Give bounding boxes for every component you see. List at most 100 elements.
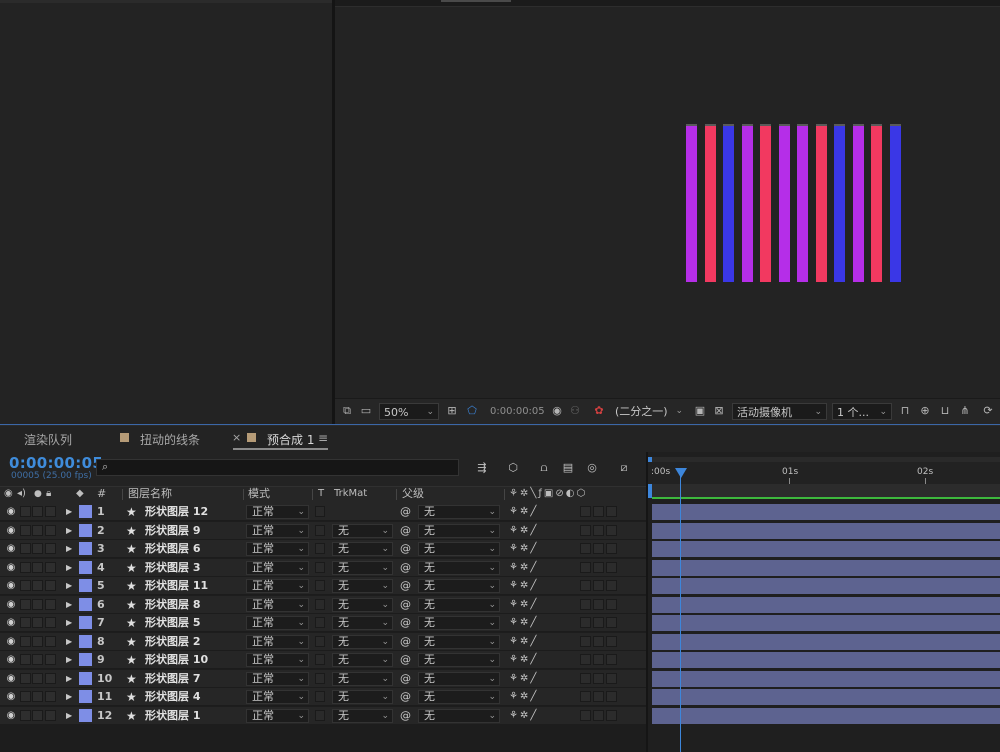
preserve-transparency-toggle[interactable] <box>315 525 325 536</box>
expand-triangle-icon[interactable]: ▶ <box>66 559 72 577</box>
time-ruler[interactable] <box>648 462 1000 484</box>
preserve-transparency-toggle[interactable] <box>315 710 325 721</box>
layer-row[interactable]: ◉ ▶ 6 ★ 形状图层 8 正常 ⌄ 无 ⌄ @ 无 ⌄ ⚘✲╱ <box>0 596 646 614</box>
parent-select[interactable]: 无 ⌄ <box>418 672 500 686</box>
lock-toggle[interactable] <box>45 654 56 665</box>
parent-pick-whip-icon[interactable]: @ <box>400 651 411 669</box>
label-color-swatch[interactable] <box>79 542 92 555</box>
column-separator[interactable] <box>396 489 397 500</box>
audio-toggle[interactable] <box>20 636 31 647</box>
motion-blur-toggle[interactable] <box>580 710 591 721</box>
mode-select[interactable]: 正常 ⌄ <box>246 542 309 556</box>
show-snapshot-icon[interactable]: ⚇ <box>568 404 582 418</box>
solo-toggle[interactable] <box>32 691 43 702</box>
mode-select[interactable]: 正常 ⌄ <box>246 561 309 575</box>
lock-toggle[interactable] <box>45 710 56 721</box>
lock-toggle[interactable] <box>45 525 56 536</box>
expand-triangle-icon[interactable]: ▶ <box>66 651 72 669</box>
label-color-swatch[interactable] <box>79 635 92 648</box>
solo-toggle[interactable] <box>32 617 43 628</box>
layer-duration-bar[interactable] <box>652 671 1000 687</box>
layer-name[interactable]: 形状图层 2 <box>145 633 200 651</box>
playhead-handle[interactable] <box>675 468 687 478</box>
composition-canvas[interactable] <box>684 124 902 282</box>
motion-blur-toggle[interactable] <box>580 506 591 517</box>
layer-name[interactable]: 形状图层 7 <box>145 670 200 688</box>
parent-select[interactable]: 无 ⌄ <box>418 561 500 575</box>
viewer-timecode[interactable]: 0:00:00:05 <box>490 403 546 420</box>
3d-layer-toggle[interactable] <box>606 636 617 647</box>
audio-toggle[interactable] <box>20 580 31 591</box>
shape-bar[interactable] <box>889 126 901 282</box>
adjustment-toggle[interactable] <box>593 506 604 517</box>
layer-switches-icons[interactable]: ⚘✲╱ <box>509 670 538 688</box>
column-layer-name[interactable]: 图层名称 <box>128 487 172 501</box>
tab-render-queue[interactable]: 渲染队列 <box>24 431 72 448</box>
shape-bar[interactable] <box>852 126 864 282</box>
solo-toggle[interactable] <box>32 506 43 517</box>
parent-select[interactable]: 无 ⌄ <box>418 505 500 519</box>
eye-icon[interactable]: ◉ <box>4 633 18 651</box>
shape-bar[interactable] <box>686 126 697 282</box>
layer-name[interactable]: 形状图层 4 <box>145 688 200 706</box>
motion-blur-toggle[interactable] <box>580 636 591 647</box>
parent-pick-whip-icon[interactable]: @ <box>400 688 411 706</box>
layer-switches-icons[interactable]: ⚘✲╱ <box>509 614 538 632</box>
trkmat-select[interactable]: 无 ⌄ <box>332 542 393 556</box>
layer-name[interactable]: 形状图层 9 <box>145 522 200 540</box>
work-area-bar[interactable] <box>652 484 1000 498</box>
layer-duration-bar[interactable] <box>652 634 1000 650</box>
audio-toggle[interactable] <box>20 599 31 610</box>
solo-header-icon[interactable]: ● <box>34 487 42 501</box>
layer-switches-icons[interactable]: ⚘✲╱ <box>509 559 538 577</box>
eye-icon[interactable]: ◉ <box>4 522 18 540</box>
3d-layer-toggle[interactable] <box>606 673 617 684</box>
safe-margins-icon[interactable]: ⊞ <box>445 404 459 418</box>
mode-select[interactable]: 正常 ⌄ <box>246 690 309 704</box>
audio-toggle[interactable] <box>20 654 31 665</box>
label-color-swatch[interactable] <box>79 561 92 574</box>
parent-pick-whip-icon[interactable]: @ <box>400 559 411 577</box>
layer-row[interactable]: ◉ ▶ 10 ★ 形状图层 7 正常 ⌄ 无 ⌄ @ 无 ⌄ ⚘✲╱ <box>0 670 646 688</box>
3d-layer-toggle[interactable] <box>606 562 617 573</box>
lock-toggle[interactable] <box>45 673 56 684</box>
layer-switches-icons[interactable]: ⚘✲╱ <box>509 522 538 540</box>
parent-select[interactable]: 无 ⌄ <box>418 635 500 649</box>
parent-select[interactable]: 无 ⌄ <box>418 579 500 593</box>
solo-toggle[interactable] <box>32 580 43 591</box>
column-separator[interactable] <box>504 489 505 500</box>
expand-triangle-icon[interactable]: ▶ <box>66 633 72 651</box>
trkmat-select[interactable]: 无 ⌄ <box>332 616 393 630</box>
mode-select[interactable]: 正常 ⌄ <box>246 653 309 667</box>
layer-duration-bar[interactable] <box>652 560 1000 576</box>
motion-blur-toggle[interactable] <box>580 654 591 665</box>
audio-toggle[interactable] <box>20 562 31 573</box>
eye-icon[interactable]: ◉ <box>4 614 18 632</box>
layer-duration-bar[interactable] <box>652 708 1000 724</box>
parent-select[interactable]: 无 ⌄ <box>418 616 500 630</box>
motion-blur-toggle[interactable] <box>580 525 591 536</box>
label-color-swatch[interactable] <box>79 709 92 722</box>
shape-bar[interactable] <box>760 126 771 282</box>
parent-select[interactable]: 无 ⌄ <box>418 524 500 538</box>
solo-toggle[interactable] <box>32 599 43 610</box>
layer-duration-bar[interactable] <box>652 597 1000 613</box>
expand-triangle-icon[interactable]: ▶ <box>66 670 72 688</box>
mode-select[interactable]: 正常 ⌄ <box>246 598 309 612</box>
expand-triangle-icon[interactable]: ▶ <box>66 614 72 632</box>
parent-pick-whip-icon[interactable]: @ <box>400 522 411 540</box>
tab-precomp-1[interactable]: 预合成 1 <box>267 431 314 448</box>
layer-switches-icons[interactable]: ⚘✲╱ <box>509 633 538 651</box>
expand-triangle-icon[interactable]: ▶ <box>66 522 72 540</box>
trkmat-select[interactable]: 无 ⌄ <box>332 709 393 723</box>
parent-pick-whip-icon[interactable]: @ <box>400 614 411 632</box>
column-separator[interactable] <box>122 489 123 500</box>
resolution-select[interactable]: (二分之一) ⌄ <box>611 403 687 420</box>
parent-select[interactable]: 无 ⌄ <box>418 690 500 704</box>
motion-blur-toggle[interactable] <box>580 673 591 684</box>
shy-layers-icon[interactable]: ⩍ <box>536 461 552 475</box>
layer-duration-bar[interactable] <box>652 523 1000 539</box>
parent-select[interactable]: 无 ⌄ <box>418 542 500 556</box>
trkmat-select[interactable]: 无 ⌄ <box>332 598 393 612</box>
adjustment-toggle[interactable] <box>593 543 604 554</box>
